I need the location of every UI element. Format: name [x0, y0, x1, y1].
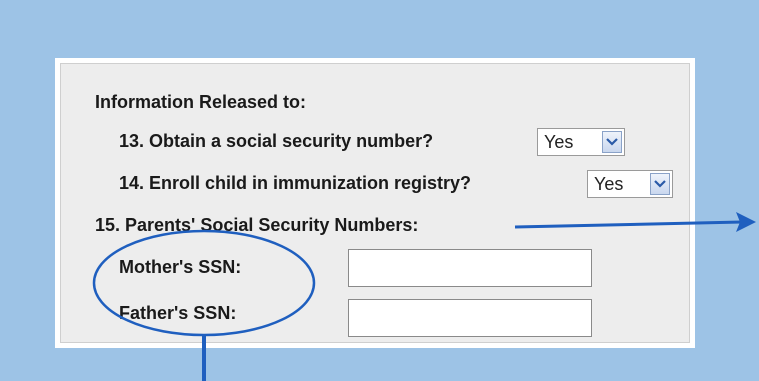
q13-label: 13. Obtain a social security number?	[119, 131, 434, 151]
arrow-right-icon	[736, 212, 756, 232]
q15-label: 15. Parents' Social Security Numbers:	[95, 215, 419, 235]
form-panel: Information Released to: 13. Obtain a so…	[55, 58, 695, 348]
mother-ssn-field[interactable]	[348, 249, 592, 287]
mother-ssn-label: Mother's SSN:	[119, 257, 242, 277]
father-ssn-field[interactable]	[348, 299, 592, 337]
q13-selected-value: Yes	[544, 131, 574, 152]
section-title: Information Released to:	[95, 92, 307, 112]
q14-label: 14. Enroll child in immunization registr…	[119, 173, 472, 193]
q14-select[interactable]: Yes	[587, 170, 673, 198]
chevron-down-icon[interactable]	[602, 131, 622, 153]
chevron-down-icon[interactable]	[650, 173, 670, 195]
q14-selected-value: Yes	[594, 173, 624, 194]
father-ssn-label: Father's SSN:	[119, 303, 237, 323]
q13-select[interactable]: Yes	[537, 128, 625, 156]
